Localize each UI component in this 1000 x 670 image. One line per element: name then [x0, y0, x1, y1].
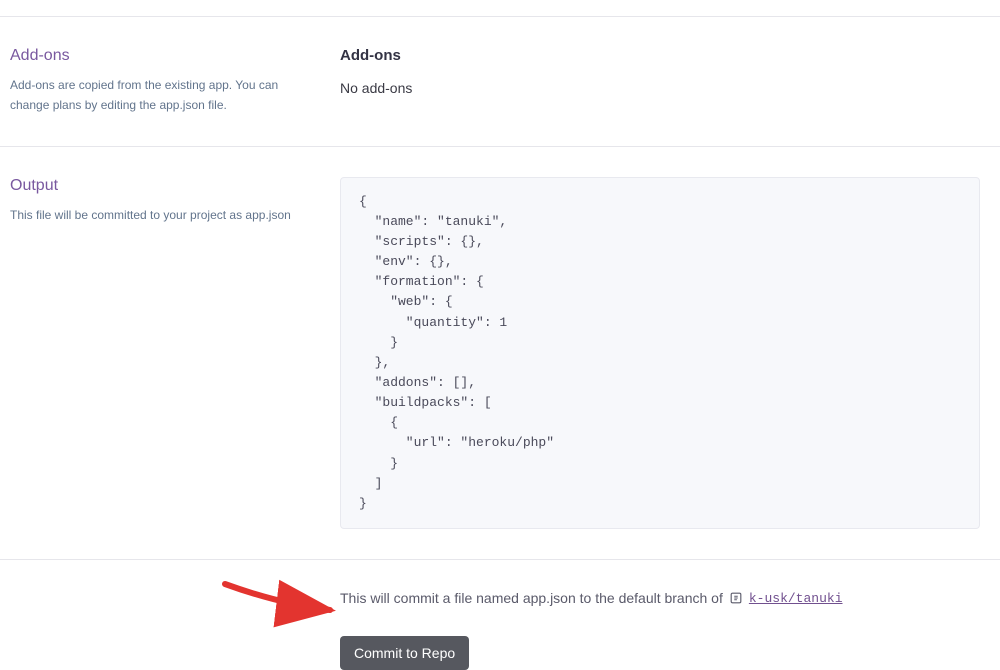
addons-description: Add-ons are copied from the existing app… — [10, 75, 310, 116]
commit-to-repo-button[interactable]: Commit to Repo — [340, 636, 469, 670]
addons-sub-heading: Add-ons — [340, 47, 980, 64]
addons-empty-text: No add-ons — [340, 80, 980, 96]
addons-right-col: Add-ons No add-ons — [340, 47, 990, 116]
addons-left-col: Add-ons Add-ons are copied from the exis… — [10, 47, 340, 116]
output-heading: Output — [10, 177, 310, 195]
addons-section: Add-ons Add-ons are copied from the exis… — [0, 16, 1000, 147]
commit-footer: This will commit a file named app.json t… — [0, 560, 1000, 670]
output-section: Output This file will be committed to yo… — [0, 147, 1000, 560]
commit-description: This will commit a file named app.json t… — [340, 590, 990, 606]
output-left-col: Output This file will be committed to yo… — [10, 177, 340, 529]
output-description: This file will be committed to your proj… — [10, 205, 310, 225]
addons-heading: Add-ons — [10, 47, 310, 65]
commit-text-prefix: This will commit a file named app.json t… — [340, 590, 723, 606]
repo-link[interactable]: k-usk/tanuki — [749, 591, 843, 606]
output-code-block: { "name": "tanuki", "scripts": {}, "env"… — [340, 177, 980, 529]
output-right-col: { "name": "tanuki", "scripts": {}, "env"… — [340, 177, 990, 529]
repo-icon — [729, 591, 743, 605]
